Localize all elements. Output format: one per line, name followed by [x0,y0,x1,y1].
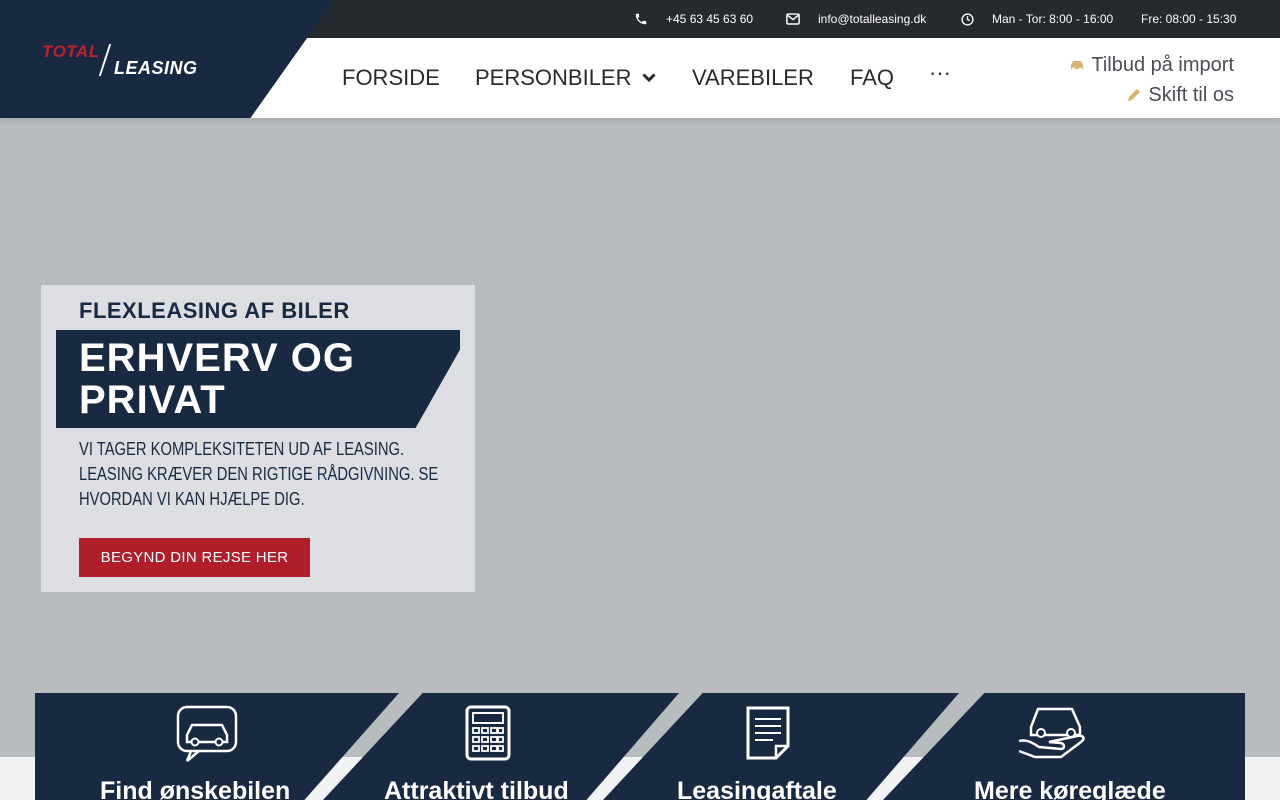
nav-label: FORSIDE [342,65,440,90]
logo-text-total: TOTAL [42,42,100,61]
import-offer-link[interactable]: Tilbud på import [1069,50,1234,80]
import-offer-label: Tilbud på import [1091,53,1234,76]
nav-item-faq[interactable]: FAQ [850,65,894,91]
nav-item-personbiler[interactable]: PERSONBILER [475,65,656,91]
car-icon [1071,61,1084,71]
envelope-icon [786,13,800,25]
opening-hours-weekdays: Man - Tor: 8:00 - 16:00 [961,0,1113,38]
phone-icon [635,13,647,25]
header-side-links: Tilbud på import Skift til os [1069,50,1234,110]
nav-item-varebiler[interactable]: VAREBILER [692,65,814,91]
feature-title: Leasingaftale [677,777,837,800]
start-journey-button[interactable]: BEGYND DIN REJSE HER [79,538,310,577]
email-address[interactable]: info@totalleasing.dk [818,12,926,26]
feature-title: Mere køreglæde [974,777,1166,800]
hours-friday: Fre: 08:00 - 15:30 [1141,12,1237,26]
clock-icon [961,12,974,26]
car-hand-icon [1018,707,1085,759]
features-strip: Find ønskebilen Attraktivt tilbud Leasin… [35,693,1245,800]
feature-title: Find ønskebilen [100,777,291,800]
document-icon [746,706,790,760]
more-dots-icon: ··· [929,60,951,85]
hero-title: ERHVERV OG PRIVAT [79,336,355,422]
nav-more-button[interactable]: ··· [929,60,951,86]
switch-to-us-label: Skift til os [1148,83,1234,106]
switch-to-us-link[interactable]: Skift til os [1069,80,1234,110]
chevron-down-icon [641,73,656,83]
nav-label: PERSONBILER [475,65,632,90]
feature-title: Attraktivt tilbud [384,777,569,800]
nav-label: VAREBILER [692,65,814,90]
calculator-icon [465,705,511,761]
hours-weekdays: Man - Tor: 8:00 - 16:00 [992,12,1114,26]
hero-description: Vi tager kompleksiteten ud af leasing. L… [79,439,439,509]
car-chat-icon [176,705,238,762]
logo-slash [98,44,112,76]
site-logo[interactable]: TOTAL LEASING [42,40,212,80]
nav-label: FAQ [850,65,895,90]
phone-contact[interactable]: +45 63 45 63 60 [634,0,753,38]
opening-hours-friday: Fre: 08:00 - 15:30 [1141,0,1236,38]
email-contact[interactable]: info@totalleasing.dk [786,0,926,38]
pencil-icon [1128,89,1141,101]
logo-text-leasing: LEASING [114,58,198,78]
nav-item-forside[interactable]: FORSIDE [342,65,440,91]
phone-number[interactable]: +45 63 45 63 60 [666,12,753,26]
hero-subtitle: FLEXLEASING AF BILER [79,298,350,323]
hero-card: FLEXLEASING AF BILER ERHVERV OG PRIVAT V… [41,285,475,592]
